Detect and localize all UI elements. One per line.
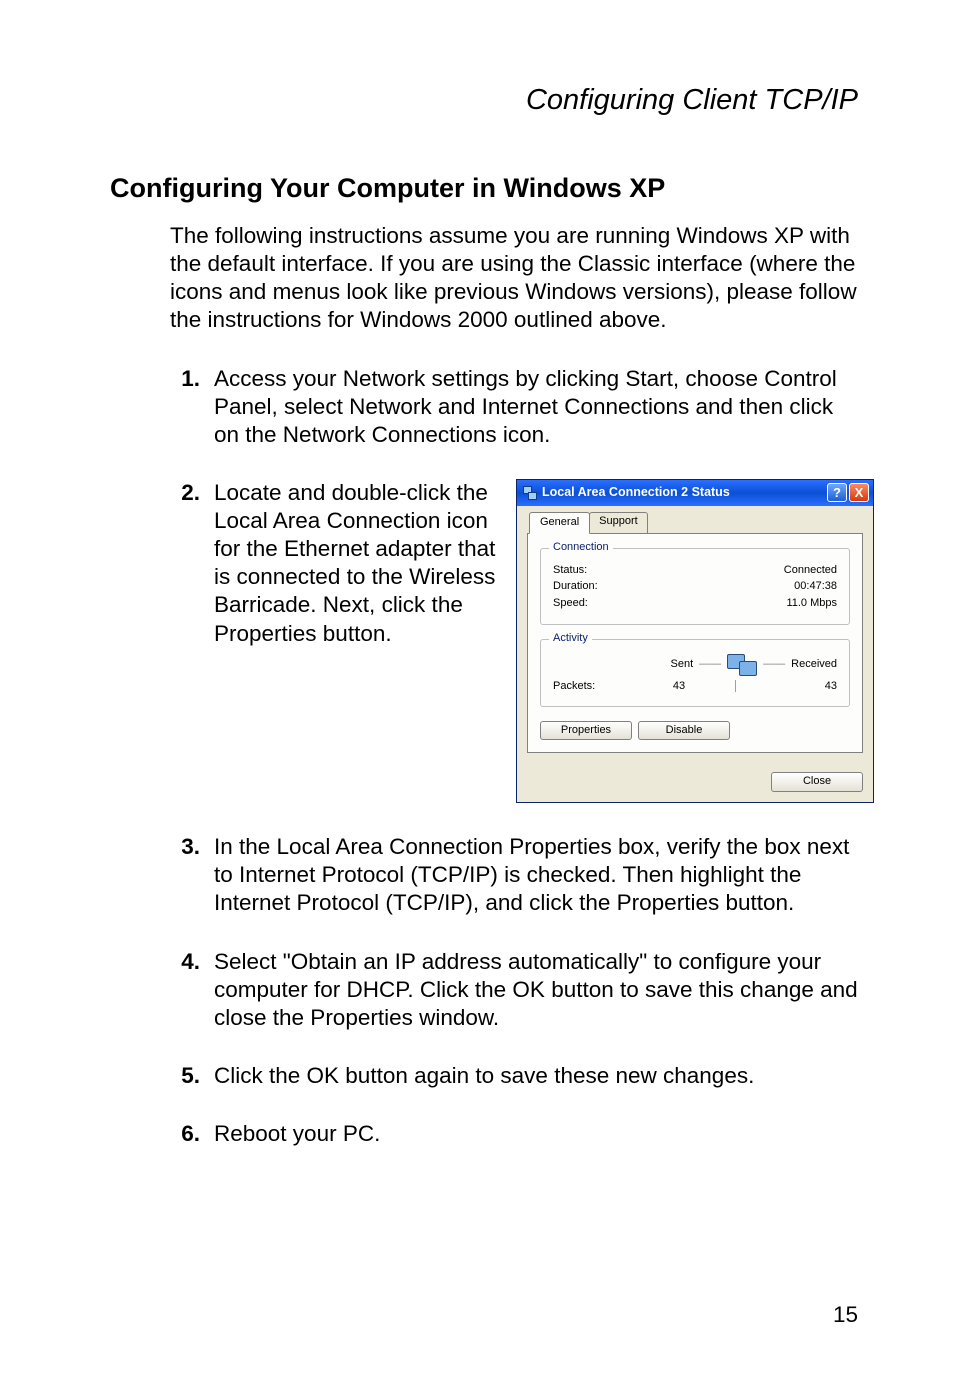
properties-button[interactable]: Properties xyxy=(540,721,632,741)
disable-button[interactable]: Disable xyxy=(638,721,730,741)
step-number: 5. xyxy=(170,1062,200,1090)
step-number: 3. xyxy=(170,833,200,917)
page-number: 15 xyxy=(833,1302,858,1328)
value-status: Connected xyxy=(784,564,837,578)
screenshot-figure: Local Area Connection 2 Status ? X Gener… xyxy=(516,479,874,803)
section-heading: Configuring Your Computer in Windows XP xyxy=(110,173,858,204)
divider-icon xyxy=(735,680,736,692)
intro-paragraph: The following instructions assume you ar… xyxy=(170,222,858,335)
titlebar-buttons: ? X xyxy=(827,483,869,502)
dialog-title-text: Local Area Connection 2 Status xyxy=(542,485,730,501)
tab-support[interactable]: Support xyxy=(589,512,648,534)
step-item: 3. In the Local Area Connection Properti… xyxy=(170,833,858,917)
label-speed: Speed: xyxy=(553,597,588,611)
close-button[interactable]: X xyxy=(849,483,869,502)
xp-status-dialog: Local Area Connection 2 Status ? X Gener… xyxy=(516,479,874,803)
step-body: Locate and double-click the Local Area C… xyxy=(214,479,874,803)
step-number: 4. xyxy=(170,948,200,1032)
dialog-client-area: General Support Connection Status: Conne… xyxy=(517,506,873,802)
tab-general[interactable]: General xyxy=(529,512,590,534)
step-number: 1. xyxy=(170,365,200,449)
value-speed: 11.0 Mbps xyxy=(786,597,837,611)
running-header: Configuring Client TCP/IP xyxy=(110,84,858,117)
activity-group: Activity Sent —— —— Received xyxy=(540,639,850,707)
step-text: Locate and double-click the Local Area C… xyxy=(214,479,504,648)
value-packets-received: 43 xyxy=(745,680,837,694)
step-text: In the Local Area Connection Properties … xyxy=(214,833,858,917)
dialog-titlebar[interactable]: Local Area Connection 2 Status ? X xyxy=(517,480,873,506)
step-number: 6. xyxy=(170,1120,200,1148)
group-legend: Connection xyxy=(549,541,613,555)
value-duration: 00:47:38 xyxy=(794,580,837,594)
value-packets-sent: 43 xyxy=(633,680,725,694)
step-text: Click the OK button again to save these … xyxy=(214,1062,858,1090)
step-text: Reboot your PC. xyxy=(214,1120,858,1148)
document-page: Configuring Client TCP/IP Configuring Yo… xyxy=(0,0,954,1388)
label-received: Received xyxy=(791,658,837,672)
step-text: Select "Obtain an IP address automatical… xyxy=(214,948,858,1032)
line-icon: —— xyxy=(699,658,721,672)
label-status: Status: xyxy=(553,564,587,578)
button-row: Properties Disable xyxy=(540,721,850,741)
label-packets: Packets: xyxy=(553,680,633,694)
network-activity-icon xyxy=(727,654,757,676)
step-number: 2. xyxy=(170,479,200,803)
label-sent: Sent xyxy=(671,658,694,672)
label-duration: Duration: xyxy=(553,580,598,594)
dialog-title: Local Area Connection 2 Status xyxy=(523,485,827,501)
tab-strip: General Support xyxy=(529,512,863,534)
group-legend: Activity xyxy=(549,632,592,646)
instruction-list: 1. Access your Network settings by click… xyxy=(170,365,858,1149)
line-icon: —— xyxy=(763,658,785,672)
step-item: 2. Locate and double-click the Local Are… xyxy=(170,479,858,803)
step-item: 4. Select "Obtain an IP address automati… xyxy=(170,948,858,1032)
close-dialog-button[interactable]: Close xyxy=(771,772,863,792)
step-text: Access your Network settings by clicking… xyxy=(214,365,858,449)
step-item: 1. Access your Network settings by click… xyxy=(170,365,858,449)
step-item: 6. Reboot your PC. xyxy=(170,1120,858,1148)
tab-panel: Connection Status: Connected Duration: 0… xyxy=(527,533,863,754)
connection-group: Connection Status: Connected Duration: 0… xyxy=(540,548,850,625)
help-button[interactable]: ? xyxy=(827,483,847,502)
dialog-footer: Close xyxy=(527,763,863,792)
network-icon xyxy=(523,486,537,500)
step-item: 5. Click the OK button again to save the… xyxy=(170,1062,858,1090)
